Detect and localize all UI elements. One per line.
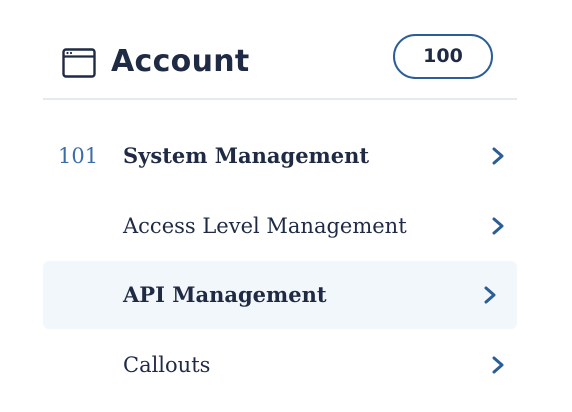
- menu-item-label: API Management: [123, 282, 327, 307]
- chevron-right-icon: [492, 147, 504, 165]
- chevron-right-icon: [484, 286, 496, 304]
- menu-item-label: Access Level Management: [123, 214, 407, 238]
- menu-item-access-level-management[interactable]: Access Level Management: [43, 192, 517, 260]
- header-divider: [43, 98, 517, 100]
- menu-item-label: Callouts: [123, 353, 211, 377]
- menu-item-callouts[interactable]: Callouts: [43, 331, 517, 399]
- chevron-right-icon: [492, 217, 504, 235]
- menu-item-system-management[interactable]: 101 System Management: [43, 122, 517, 190]
- account-header: Account 100: [43, 30, 517, 94]
- chevron-right-icon: [492, 356, 504, 374]
- menu-item-api-management[interactable]: API Management: [43, 261, 517, 329]
- count-badge[interactable]: 100: [393, 34, 493, 79]
- account-panel: Account 100 101 System Management Access…: [43, 0, 517, 412]
- menu-item-number: 101: [58, 144, 99, 168]
- window-icon: [62, 48, 96, 78]
- menu-item-label: System Management: [123, 143, 370, 168]
- page-title: Account: [111, 44, 250, 79]
